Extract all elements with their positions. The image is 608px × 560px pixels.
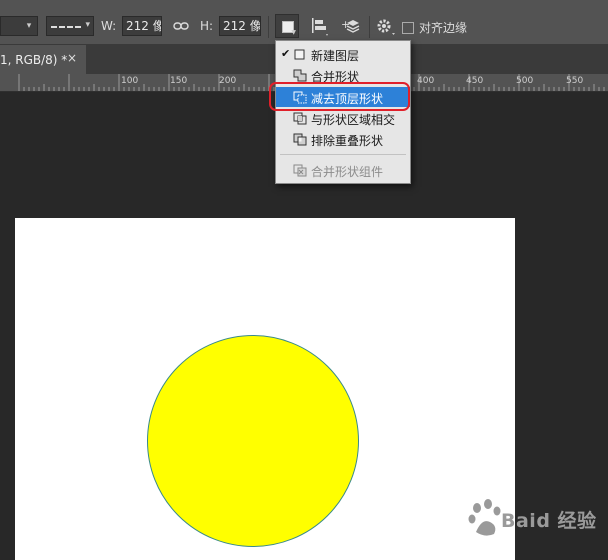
ruler-label: 550	[566, 76, 584, 86]
path-arrangement-button[interactable]: +	[340, 14, 364, 38]
path-arrangement-icon: +	[341, 18, 360, 33]
merge-shape-components-icon	[293, 164, 307, 177]
ruler-label: 450	[466, 76, 484, 86]
menu-item-merge-shape-components: 合并形状组件	[276, 160, 410, 180]
chevron-down-icon: ▾	[85, 20, 90, 30]
options-bar: ▾ ▾ W: 212 像 H: 212 像 ▼ + 对齐边缘	[0, 0, 608, 45]
menu-item-intersect-shape-areas[interactable]: 与形状区域相交	[276, 108, 410, 128]
width-field[interactable]: 212 像	[122, 16, 162, 36]
document-tab[interactable]: 1, RGB/8) * ×	[0, 45, 86, 74]
menu-item-label: 与形状区域相交	[311, 113, 396, 127]
dashed-line-icon	[51, 26, 81, 28]
stroke-type-dropdown[interactable]: ▾	[46, 16, 94, 36]
separator	[369, 16, 370, 38]
width-label: W:	[101, 19, 117, 33]
gear-icon	[377, 19, 395, 35]
link-icon[interactable]	[173, 20, 189, 32]
menu-item-label: 新建图层	[311, 49, 360, 63]
menu-item-new-layer[interactable]: ✔ 新建图层	[276, 44, 410, 64]
document-tab-title: 1, RGB/8) *	[0, 53, 68, 67]
path-operations-menu: ✔ 新建图层 合并形状 减去顶层形状 与形状区域相交 排除重叠形状 合并形状组件	[275, 40, 411, 184]
close-icon[interactable]: ×	[67, 51, 77, 65]
combine-shapes-icon	[293, 69, 307, 82]
align-edges-checkbox[interactable]	[402, 22, 414, 34]
menu-item-label: 合并形状组件	[311, 165, 384, 179]
path-alignment-button[interactable]	[307, 14, 331, 38]
path-alignment-icon	[312, 18, 328, 36]
height-label: H:	[200, 19, 214, 33]
paw-logo-icon	[468, 499, 501, 536]
ruler-label: 500	[516, 76, 534, 86]
exclude-overlapping-shapes-icon	[293, 133, 307, 146]
stroke-width-dropdown[interactable]: ▾	[0, 16, 38, 36]
new-layer-icon	[294, 49, 305, 60]
watermark-text: Baid 经验	[501, 510, 597, 532]
settings-button[interactable]	[374, 14, 398, 38]
highlight-annotation-ring	[269, 82, 410, 111]
chevron-down-icon: ▼	[291, 29, 296, 36]
yellow-circle-shape[interactable]	[147, 335, 359, 547]
height-field[interactable]: 212 像	[219, 16, 261, 36]
ruler-label: 200	[219, 76, 237, 86]
intersect-shape-areas-icon	[293, 112, 307, 125]
svg-text:+: +	[341, 18, 350, 31]
path-operations-button[interactable]: ▼	[275, 14, 299, 38]
ruler-label: 100	[121, 76, 139, 86]
ruler-label: 400	[417, 76, 435, 86]
checkmark-icon: ✔	[281, 47, 291, 60]
baidu-jingyan-watermark: Baid 经验	[466, 496, 606, 546]
menu-divider	[280, 154, 406, 155]
separator	[268, 16, 269, 38]
align-edges-label: 对齐边缘	[419, 21, 468, 35]
chevron-down-icon: ▾	[26, 21, 32, 31]
menu-item-exclude-overlapping-shapes[interactable]: 排除重叠形状	[276, 129, 410, 149]
ruler-label: 150	[170, 76, 188, 86]
menu-item-label: 排除重叠形状	[311, 134, 384, 148]
